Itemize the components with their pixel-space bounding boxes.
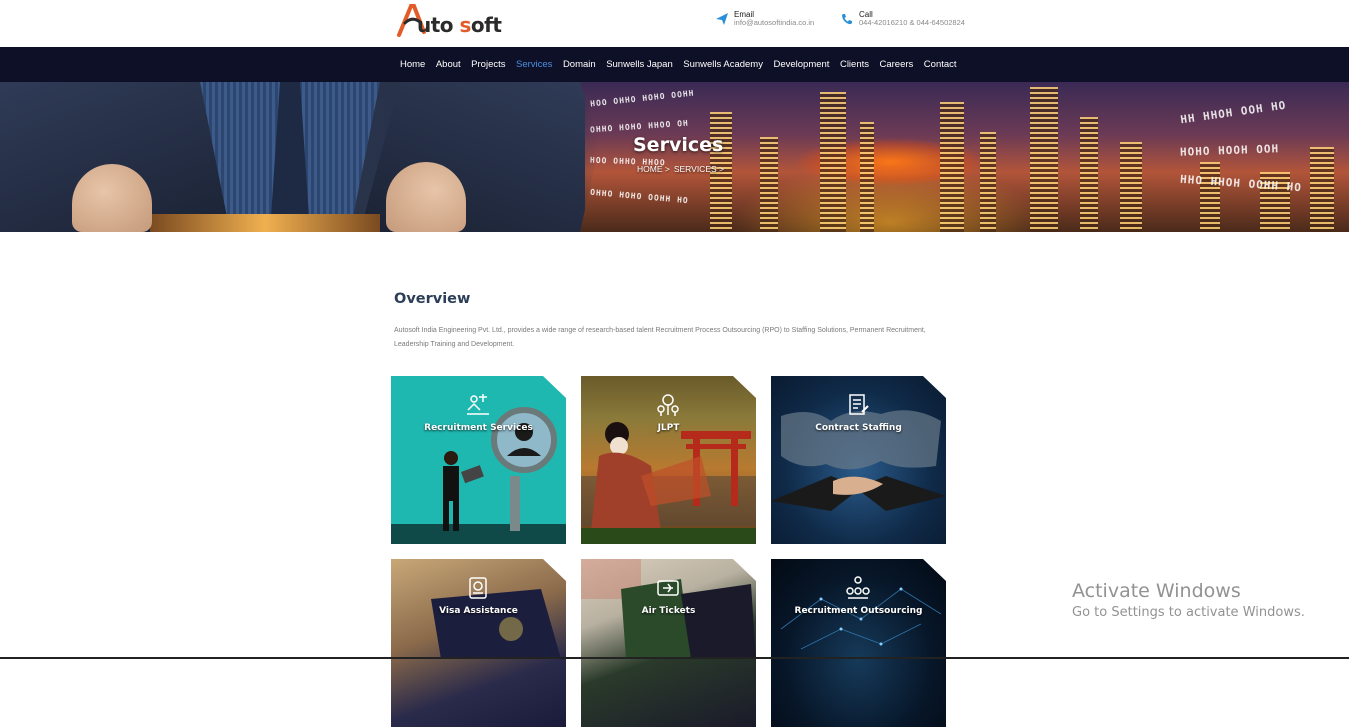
breadcrumb-services[interactable]: SERVICES > xyxy=(674,164,724,174)
nav-careers[interactable]: Careers xyxy=(880,59,914,70)
hero-city-background: HOO OHHO HOHO OOHH OHHO HOHO HHOO OH HOO… xyxy=(560,82,1349,232)
hero-tower xyxy=(1080,117,1098,232)
hero-tablet xyxy=(150,214,380,232)
service-card-label: Recruitment Outsourcing xyxy=(794,606,923,616)
nav-sunwells-japan[interactable]: Sunwells Japan xyxy=(606,59,673,70)
service-card-label: JLPT xyxy=(657,423,680,433)
hero-tower xyxy=(820,92,846,232)
nav-about[interactable]: About xyxy=(436,59,461,70)
language-icon xyxy=(657,394,679,416)
service-card-label: Recruitment Services xyxy=(424,423,533,433)
service-card-label: Visa Assistance xyxy=(439,606,518,616)
hero-businessman-image xyxy=(0,82,600,232)
nav-contact[interactable]: Contact xyxy=(924,59,957,70)
hero-tower xyxy=(1030,87,1058,232)
page-title: Services xyxy=(633,134,724,156)
service-card-recruitment-services[interactable]: Recruitment Services xyxy=(391,376,566,544)
breadcrumb: HOME > SERVICES > xyxy=(637,164,728,174)
paper-plane-icon xyxy=(716,13,728,25)
hero-binary-decor: OHHO HOHO HHOO OH xyxy=(589,118,690,135)
overview-heading: Overview xyxy=(394,291,471,307)
service-card-visa-assistance[interactable]: Visa Assistance xyxy=(391,559,566,727)
nav-domain[interactable]: Domain xyxy=(563,59,596,70)
activate-windows-watermark-subtitle: Go to Settings to activate Windows. xyxy=(1072,605,1305,620)
nav-clients[interactable]: Clients xyxy=(840,59,869,70)
hero-banner: HOO OHHO HOHO OOHH OHHO HOHO HHOO OH HOO… xyxy=(0,82,1349,232)
contract-icon xyxy=(849,394,869,415)
hero-tower xyxy=(1310,147,1334,232)
hero-tower xyxy=(940,102,964,232)
hero-binary-decor: HOO OHHO HOHO OOHH xyxy=(589,88,695,109)
hero-tower xyxy=(1120,142,1142,232)
nav-development[interactable]: Development xyxy=(773,59,829,70)
logo-text: uto soft xyxy=(417,13,502,37)
team-icon xyxy=(846,576,870,599)
hero-binary-decor: HH HHOH OOH HO xyxy=(1179,98,1288,127)
service-card-contract-staffing[interactable]: Contract Staffing xyxy=(771,376,946,544)
hero-tower xyxy=(1200,162,1220,232)
service-card-label: Contract Staffing xyxy=(815,423,902,433)
overview-text: Autosoft India Engineering Pvt. Ltd., pr… xyxy=(394,327,926,348)
nav-home[interactable]: Home xyxy=(400,59,425,70)
main-navbar: Home About Projects Services Domain Sunw… xyxy=(0,47,1349,82)
nav-sunwells-academy[interactable]: Sunwells Academy xyxy=(683,59,763,70)
hero-tower xyxy=(760,137,778,232)
service-card-jlpt[interactable]: JLPT xyxy=(581,376,756,544)
service-card-recruitment-outsourcing[interactable]: Recruitment Outsourcing xyxy=(771,559,946,727)
service-card-air-tickets[interactable]: Air Tickets xyxy=(581,559,756,727)
breadcrumb-home[interactable]: HOME > xyxy=(637,164,670,174)
service-card-label: Air Tickets xyxy=(641,606,696,616)
top-header: uto soft Email info@autosoftindia.co.in … xyxy=(0,0,1349,47)
hero-tower xyxy=(980,132,996,232)
activate-windows-watermark-title: Activate Windows xyxy=(1072,580,1241,602)
hero-tower xyxy=(860,122,874,232)
autosoft-logo[interactable]: uto soft xyxy=(396,2,506,40)
email-value[interactable]: info@autosoftindia.co.in xyxy=(734,18,814,27)
ticket-icon xyxy=(657,580,679,596)
recruitment-icon xyxy=(467,394,489,415)
main-nav: Home About Projects Services Domain Sunw… xyxy=(400,47,967,82)
phone-icon xyxy=(842,14,852,25)
hero-hand-right xyxy=(386,162,466,232)
visa-icon xyxy=(469,577,487,599)
nav-services[interactable]: Services xyxy=(516,59,552,70)
hero-binary-decor: OHHO HOHO OOHH HO xyxy=(589,187,690,206)
nav-projects[interactable]: Projects xyxy=(471,59,505,70)
hero-binary-decor: HOHO HOOH OOH xyxy=(1179,142,1280,159)
call-value[interactable]: 044-42016210 & 044-64502824 xyxy=(859,18,965,27)
